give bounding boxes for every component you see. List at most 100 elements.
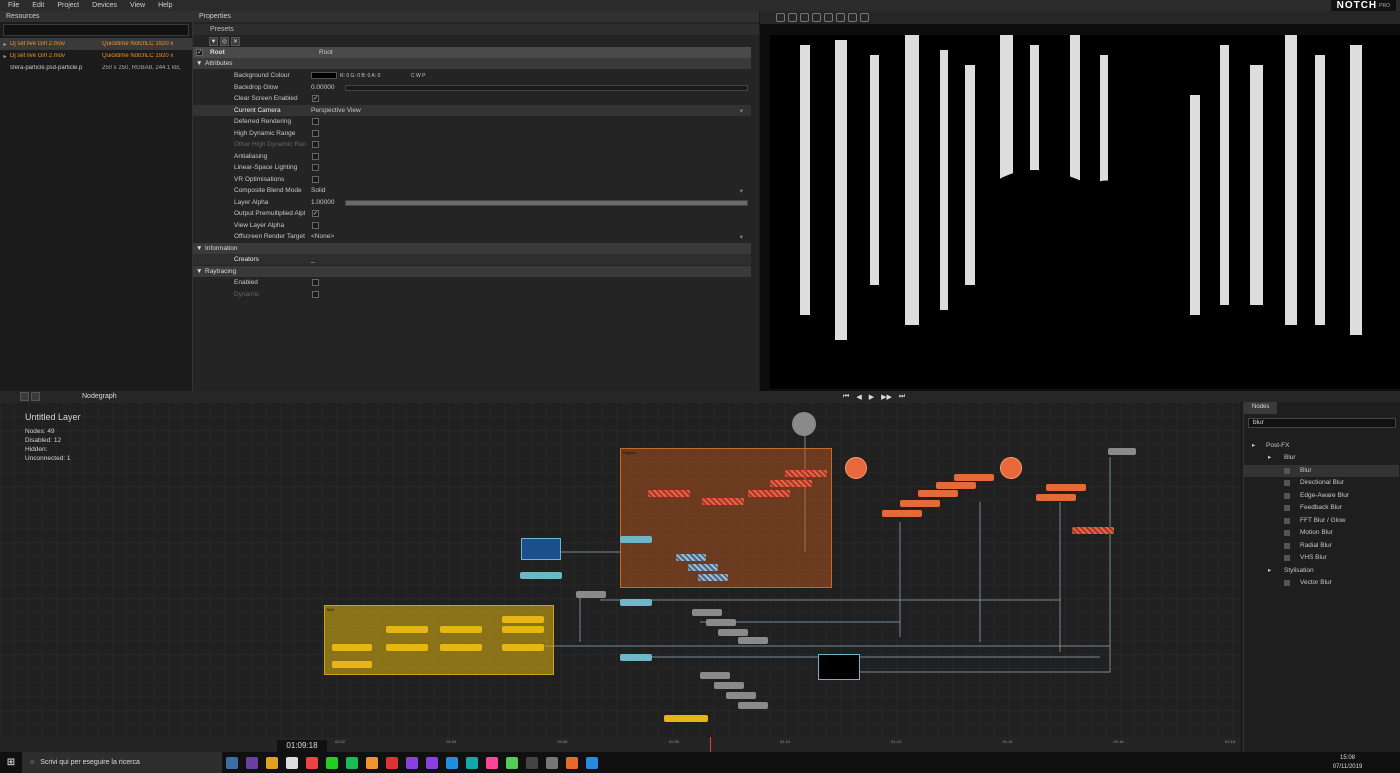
node-ball[interactable] [845,457,867,479]
prop-current-camera[interactable]: Current Camera Perspective View ▾ [193,105,751,116]
prop-hdr[interactable]: High Dynamic Range [193,128,751,139]
resource-item[interactable]: ▸ Dj set live Girl 2.mov Quicktime Notch… [0,50,192,62]
node[interactable] [664,715,708,722]
windows-start-icon[interactable]: ⊞ [0,752,22,773]
prop-view-alpha[interactable]: View Layer Alpha [193,220,751,231]
nodes-search-input[interactable]: blur [1248,418,1396,428]
node[interactable] [702,498,744,505]
prev-button[interactable]: ◀ [856,393,861,401]
scale-icon[interactable] [800,13,809,22]
menu-file[interactable]: File [8,2,19,9]
node[interactable] [698,574,728,581]
tree-postfx[interactable]: ▸ Post-FX [1244,440,1399,452]
target-icon[interactable] [836,13,845,22]
prop-clear-screen[interactable]: Clear Screen Enabled ✓ [193,93,751,104]
timeline[interactable]: 01:02 01:04 01:06 01:08 01:10 01:12 01:14 01:16… [0,737,1240,752]
play-button[interactable]: ▶ [869,393,874,401]
prop-other-hdr[interactable]: Other High Dynamic Ran [193,139,751,150]
chrome-icon[interactable] [306,756,318,769]
taskbar-clock[interactable]: 15:08 07/11/2019 [1325,752,1370,773]
prop-premultiplied[interactable]: Output Premultiplied Alpl ✓ [193,208,751,219]
node[interactable] [718,629,748,636]
whatsapp-icon[interactable] [326,756,338,769]
resource-item[interactable]: ▸ Dj set live Girl 2.mov Quicktime Notch… [0,38,192,50]
node[interactable] [332,644,372,651]
mail-icon[interactable] [286,756,298,769]
tree-edge-aware-blur[interactable]: Edge-Aware Blur [1244,490,1399,502]
prop-deferred[interactable]: Deferred Rendering [193,116,751,127]
app-icon[interactable] [526,756,538,769]
node[interactable] [936,482,976,489]
tab-nodegraph[interactable]: Nodegraph [82,393,117,400]
video-node[interactable] [521,538,561,560]
app-icon[interactable] [506,756,518,769]
section-information[interactable]: ▼ Information [193,243,751,254]
taskbar-search[interactable]: ○ Scrivi qui per eseguire la ricerca [22,752,222,773]
audition-icon[interactable] [466,756,478,769]
node[interactable] [1108,448,1136,455]
prop-layer-alpha[interactable]: Layer Alpha 1.00000 [193,197,751,208]
photoshop-icon[interactable] [446,756,458,769]
spotify-icon[interactable] [346,756,358,769]
presets-bar[interactable]: Presets [193,24,759,35]
menu-edit[interactable]: Edit [32,2,44,9]
prop-rt-enabled[interactable]: Enabled [193,277,751,288]
filter-icon[interactable]: ▼ [209,36,218,46]
output-node[interactable] [818,654,860,680]
node[interactable] [706,619,736,626]
close-icon[interactable]: ✕ [231,36,240,46]
copy-icon[interactable] [31,392,40,401]
prop-background-colour[interactable]: Background Colour R: 0 G: 0 B: 0 A: 0C W … [193,70,751,81]
tab-nodes[interactable]: Nodes [1244,402,1278,414]
app-icon[interactable] [566,756,578,769]
tree-blur-group[interactable]: ▸ Blur [1244,452,1399,464]
root-row[interactable]: ✓ Root Root [193,47,751,58]
prop-rt-dynamic[interactable]: Dynamic [193,289,751,300]
target-icon[interactable]: ◎ [220,36,229,46]
light-icon[interactable] [848,13,857,22]
tree-blur[interactable]: Blur [1244,465,1399,477]
node[interactable] [748,490,790,497]
camera-icon[interactable] [812,13,821,22]
render-output[interactable] [770,35,1400,389]
rotate-icon[interactable] [788,13,797,22]
illustrator-icon[interactable] [366,756,378,769]
node[interactable] [520,572,562,579]
node[interactable] [692,609,722,616]
node[interactable] [502,616,544,623]
prop-vr[interactable]: VR Optimisations [193,174,751,185]
root-checkbox[interactable]: ✓ [196,49,203,56]
menu-project[interactable]: Project [57,2,79,9]
root-node-icon[interactable] [792,412,816,436]
tree-motion-blur[interactable]: Motion Blur [1244,527,1399,539]
prop-blend-mode[interactable]: Composite Blend Mode Solid ▾ [193,185,751,196]
node[interactable] [900,500,940,507]
app-icon[interactable] [546,756,558,769]
node[interactable] [386,626,428,633]
move-icon[interactable] [776,13,785,22]
node[interactable] [332,661,372,668]
node[interactable] [770,480,812,487]
node[interactable] [648,490,690,497]
node[interactable] [440,626,482,633]
prop-linear-lighting[interactable]: Linear-Space Lighting [193,162,751,173]
last-frame-button[interactable]: ⏭ [899,393,905,401]
tree-radial-blur[interactable]: Radial Blur [1244,540,1399,552]
app-icon[interactable] [246,756,258,769]
node[interactable] [1072,527,1114,534]
aftereffects-icon[interactable] [426,756,438,769]
node[interactable] [726,692,756,699]
next-button[interactable]: ▶▶ [881,393,892,401]
node[interactable] [440,644,482,651]
node[interactable] [1036,494,1076,501]
menu-view[interactable]: View [130,2,145,9]
menu-help[interactable]: Help [158,2,172,9]
node[interactable] [700,672,730,679]
expand-icon[interactable]: ▸ [0,41,10,48]
layout-icon[interactable] [20,392,29,401]
folder-icon[interactable] [266,756,278,769]
resource-item[interactable]: sfera-particle.psd-particle.p 250 x 250,… [0,62,192,74]
prop-offscreen[interactable]: Offscreen Render Target <None> ▾ [193,231,751,242]
tree-vector-blur[interactable]: Vector Blur [1244,577,1399,589]
node[interactable] [502,626,544,633]
